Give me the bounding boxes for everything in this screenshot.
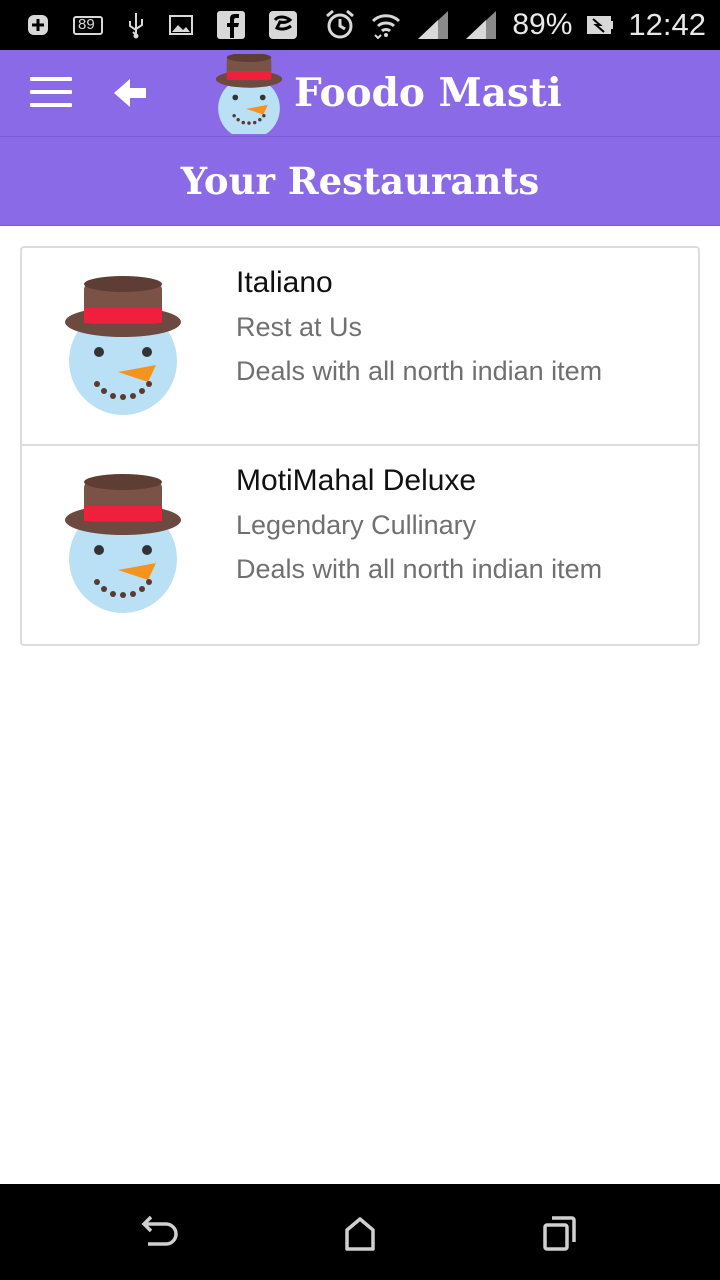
signal-icon (464, 9, 498, 41)
signal-icon (416, 9, 450, 41)
facebook-icon (216, 10, 246, 40)
alarm-icon (324, 9, 356, 41)
menu-button[interactable] (30, 75, 72, 109)
restaurant-description: Deals with all north indian item (236, 554, 603, 584)
status-bar: 89 89% 12:42 (0, 0, 720, 50)
app-icon (268, 10, 298, 40)
hamburger-icon (30, 77, 72, 81)
restaurant-description: Deals with all north indian item (236, 356, 603, 386)
status-bar-notifications: 89 (0, 10, 298, 40)
recents-icon (543, 1216, 576, 1251)
restaurant-item[interactable]: MotiMahal Deluxe Legendary Cullinary Dea… (22, 446, 698, 644)
nav-home-button[interactable] (340, 1214, 380, 1254)
clock: 12:42 (628, 7, 706, 42)
restaurant-tagline: Rest at Us (236, 312, 363, 342)
battery-icon (586, 14, 614, 36)
nav-back-button[interactable] (140, 1214, 180, 1254)
restaurant-item[interactable]: Italiano Rest at Us Deals with all north… (22, 248, 698, 446)
back-button[interactable] (112, 76, 148, 110)
notification-count-icon: 89 (72, 13, 104, 37)
nav-recents-button[interactable] (540, 1214, 580, 1254)
status-bar-system: 89% 12:42 (324, 7, 720, 43)
arrow-back-icon (114, 79, 146, 107)
wifi-icon (370, 11, 402, 39)
snowman-logo-icon (214, 52, 284, 140)
undo-back-icon (141, 1215, 178, 1246)
usb-icon (126, 11, 146, 39)
notification-count: 89 (78, 16, 95, 33)
hamburger-icon (30, 103, 72, 107)
snowman-avatar-icon (62, 474, 184, 614)
restaurant-name: MotiMahal Deluxe (236, 464, 477, 497)
restaurant-list: Italiano Rest at Us Deals with all north… (20, 246, 700, 646)
snowman-avatar-icon (62, 276, 184, 416)
add-box-icon (26, 13, 50, 37)
system-nav-bar (0, 1184, 720, 1280)
home-icon (345, 1217, 375, 1251)
app-bar: Foodo Masti (0, 50, 720, 140)
image-icon (168, 13, 194, 37)
app-title: Foodo Masti (294, 70, 562, 116)
battery-percent: 89% (512, 8, 573, 41)
page-header: Your Restaurants (0, 137, 720, 226)
restaurant-tagline: Legendary Cullinary (236, 510, 477, 540)
hamburger-icon (30, 90, 72, 94)
page-title: Your Restaurants (180, 159, 540, 203)
restaurant-name: Italiano (236, 266, 333, 299)
